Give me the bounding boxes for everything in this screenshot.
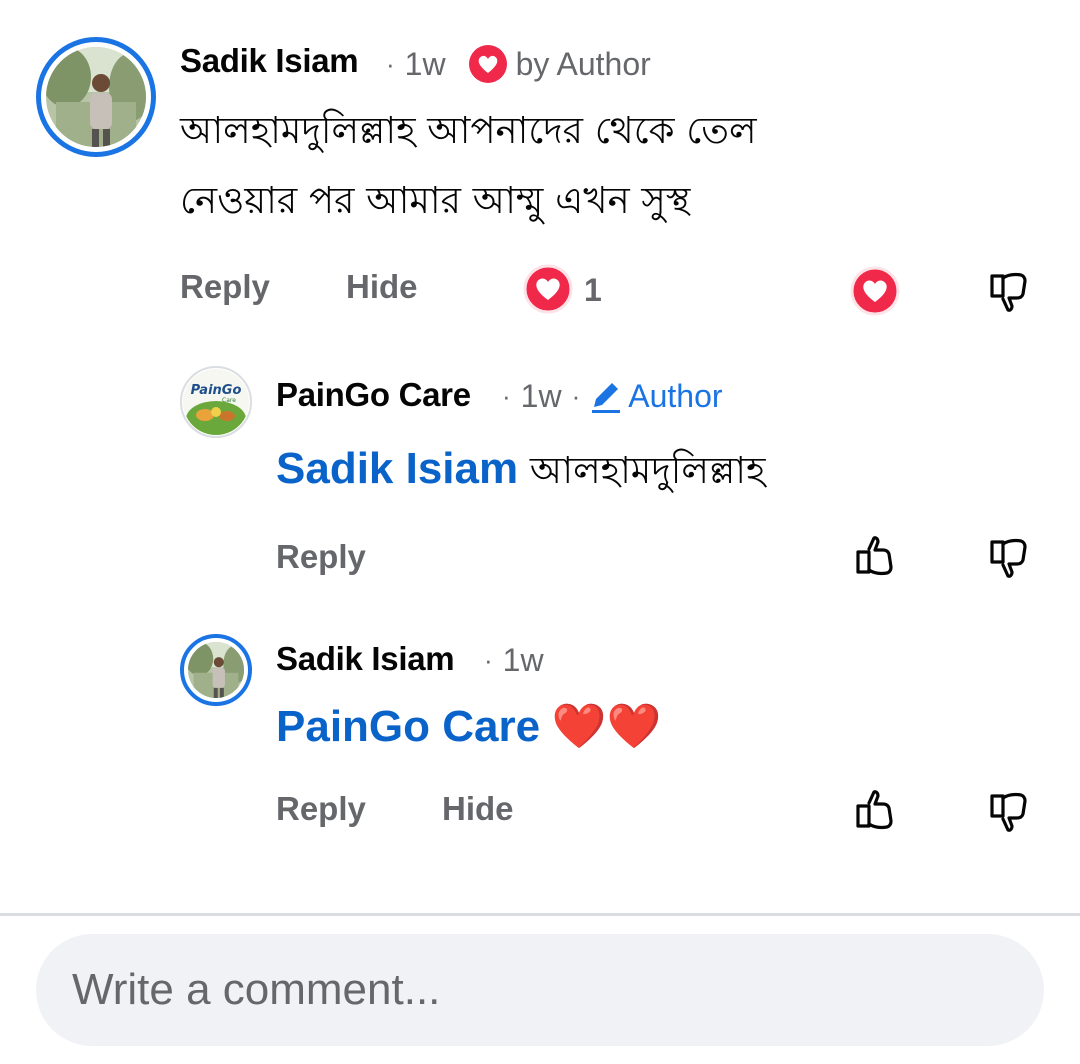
reaction-heart-icon[interactable]: [523, 264, 573, 314]
reply-time[interactable]: 1w: [503, 642, 544, 679]
reply-button[interactable]: Reply: [276, 790, 366, 828]
paingo-logo: PainGo Care: [183, 369, 249, 435]
like-icon[interactable]: [850, 532, 900, 582]
divider: [0, 913, 1080, 916]
separator-dot: ·: [484, 645, 493, 675]
mention-link[interactable]: PainGo Care: [276, 702, 540, 751]
avatar[interactable]: [180, 634, 252, 706]
dislike-icon[interactable]: [984, 532, 1034, 582]
reply-meta: · 1w · Author: [488, 378, 723, 415]
mention-link[interactable]: Sadik Isiam: [276, 444, 518, 493]
dislike-icon[interactable]: [984, 786, 1034, 836]
reply-author[interactable]: Sadik Isiam: [276, 640, 455, 678]
author-heart-icon: [468, 44, 508, 84]
comment-input[interactable]: [72, 956, 992, 1024]
comment-author[interactable]: Sadik Isiam: [180, 42, 359, 80]
love-react-button-icon[interactable]: [850, 266, 900, 316]
author-badge: Author: [628, 378, 723, 414]
comment-time[interactable]: 1w: [405, 46, 446, 83]
comment-body-line-1: আলহামদুলিল্লাহ আপনাদের থেকে তেল: [180, 109, 757, 152]
hide-button[interactable]: Hide: [442, 790, 514, 828]
reply-text: আলহামদুলিল্লাহ: [529, 449, 766, 492]
logo-sub: Care: [222, 397, 236, 404]
reply-body: PainGo Care ❤️❤️: [276, 698, 661, 758]
comment-body-line-2: নেওয়ার পর আমার আম্মু এখন সুস্থ: [180, 179, 691, 222]
separator-dot: ·: [571, 381, 581, 411]
reply-author[interactable]: PainGo Care: [276, 376, 471, 414]
logo-text: PainGo: [191, 383, 242, 398]
reply-body: Sadik Isiam আলহামদুলিল্লাহ: [276, 440, 765, 500]
separator-dot: ·: [502, 381, 511, 411]
comment-meta: · 1w by Author: [372, 44, 651, 84]
reply-meta: · 1w: [470, 642, 544, 679]
reaction-count[interactable]: 1: [584, 272, 602, 309]
comment-composer[interactable]: [36, 934, 1044, 1046]
hide-button[interactable]: Hide: [346, 268, 418, 306]
avatar[interactable]: [36, 37, 156, 157]
pencil-icon: [588, 379, 624, 415]
avatar-photo: [188, 642, 244, 698]
dislike-icon[interactable]: [984, 266, 1034, 316]
avatar-photo: [46, 47, 146, 147]
like-icon[interactable]: [850, 786, 900, 836]
reply-button[interactable]: Reply: [276, 538, 366, 576]
liked-by-author-badge: by Author: [515, 45, 651, 82]
heart-emoji: ❤️❤️: [551, 701, 662, 752]
separator-dot: ·: [386, 48, 395, 79]
page-avatar[interactable]: PainGo Care: [180, 366, 252, 438]
reply-time[interactable]: 1w: [521, 378, 562, 415]
reply-button[interactable]: Reply: [180, 268, 270, 306]
